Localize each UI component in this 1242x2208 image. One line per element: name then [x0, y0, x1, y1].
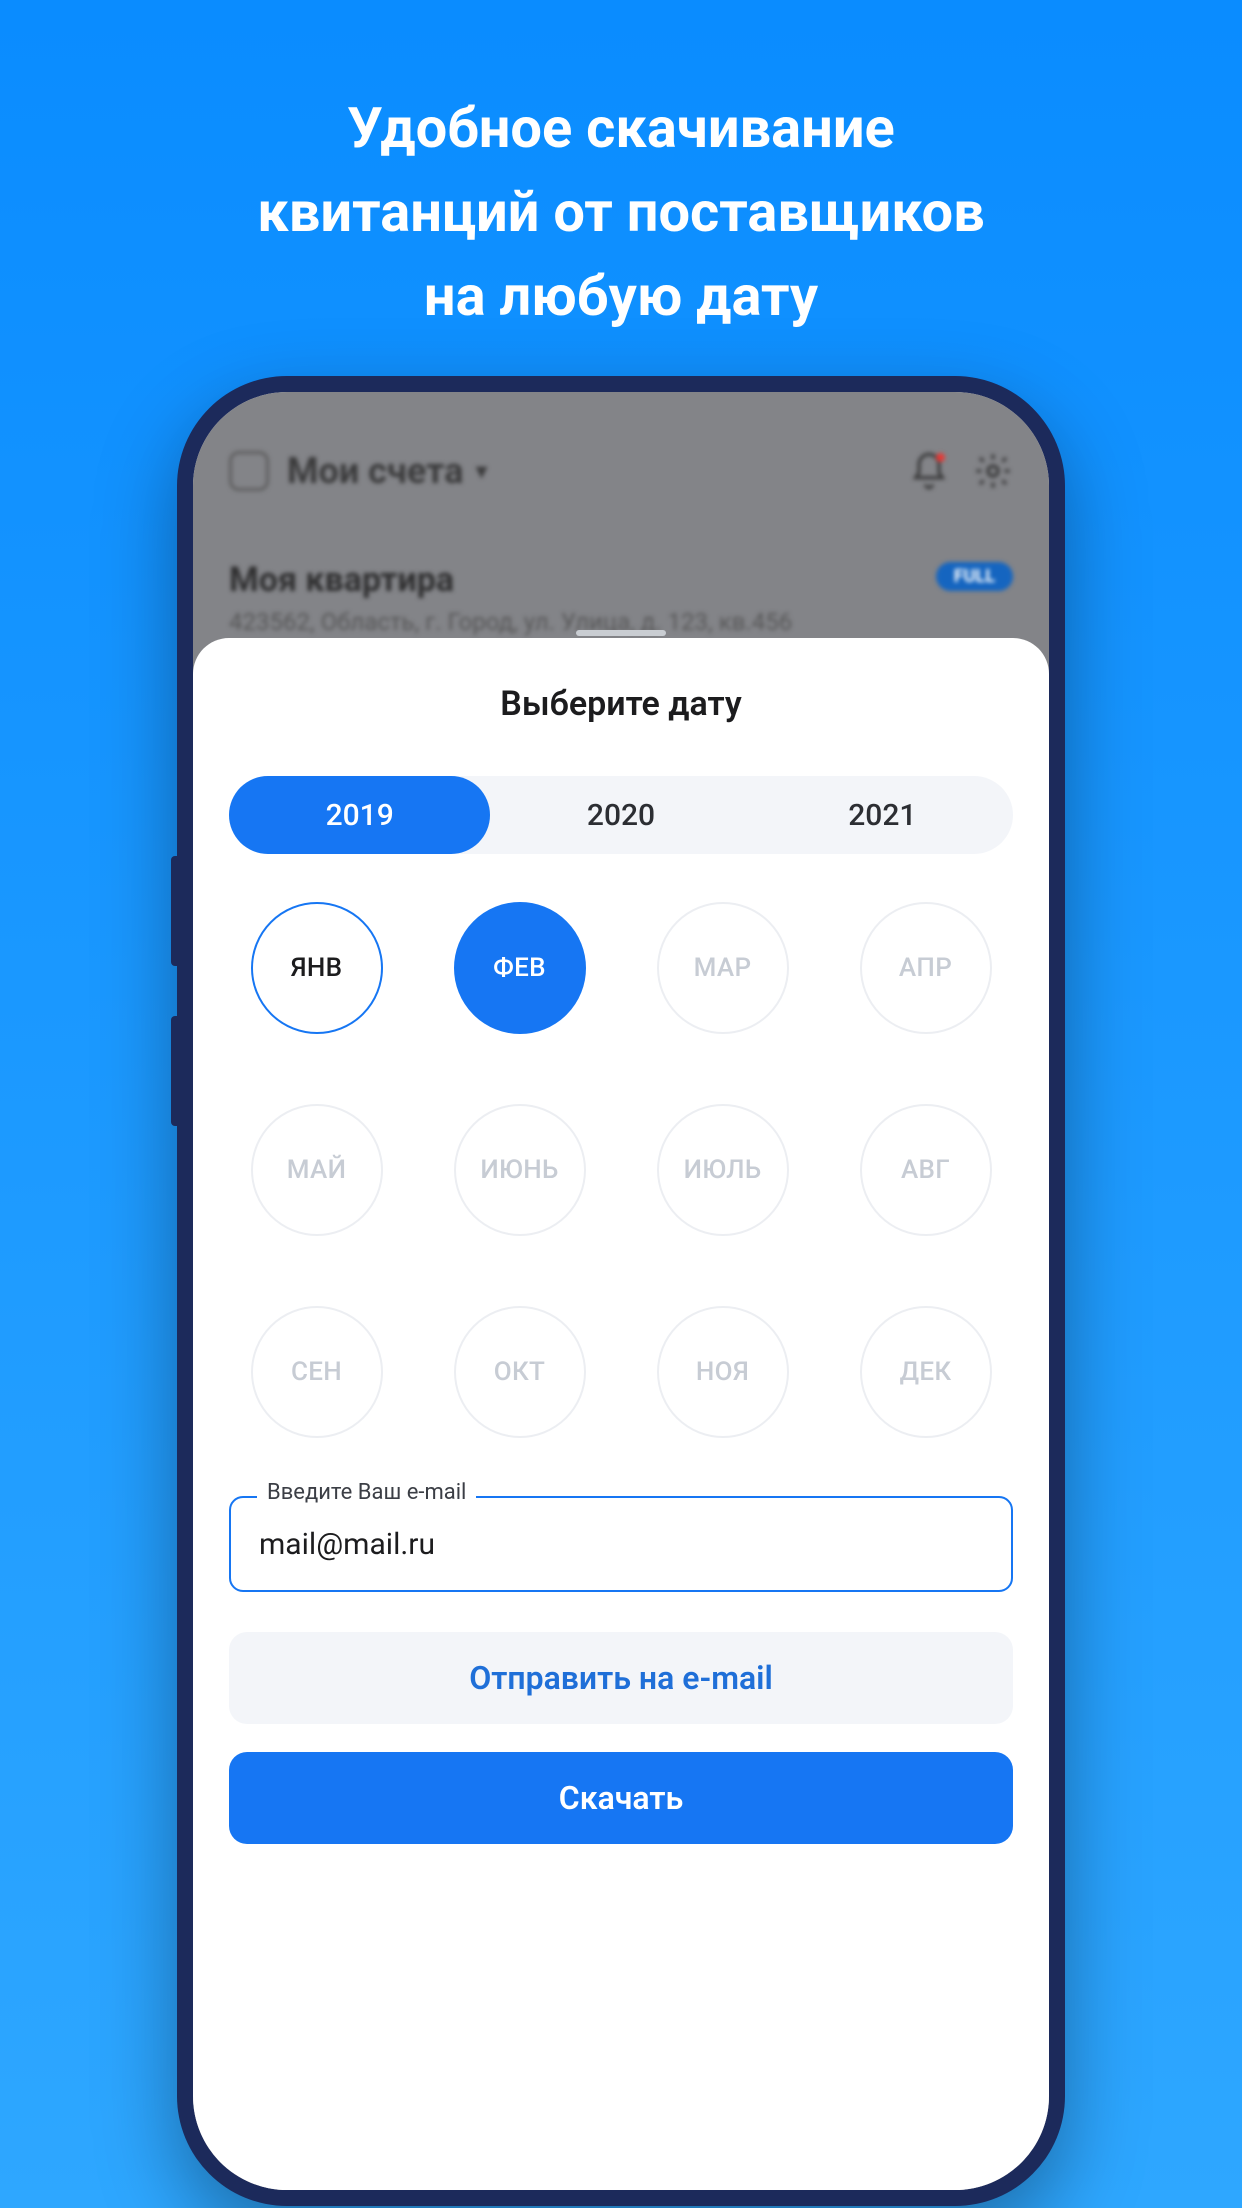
months-grid: ЯНВ ФЕВ МАР АПР МАЙ ИЮНЬ ИЮЛЬ АВГ СЕН ОК… — [229, 902, 1013, 1438]
bg-card-title: Моя квартира — [229, 560, 454, 600]
phone-screen: Мои счета ▾ Моя квартира FULL 423562, Об… — [193, 392, 1049, 2190]
promo-heading: Удобное скачивание квитанций от поставщи… — [0, 86, 1242, 338]
bg-header-left: Мои счета ▾ — [229, 450, 488, 492]
month-aug[interactable]: АВГ — [860, 1104, 992, 1236]
month-sep[interactable]: СЕН — [251, 1306, 383, 1438]
promo-heading-line: на любую дату — [60, 254, 1182, 338]
bg-header-right — [909, 451, 1013, 491]
month-feb[interactable]: ФЕВ — [454, 902, 586, 1034]
year-tab-2020[interactable]: 2020 — [490, 776, 751, 854]
bell-dot-icon — [936, 453, 945, 462]
phone-frame: Мои счета ▾ Моя квартира FULL 423562, Об… — [177, 376, 1065, 2206]
chevron-down-icon: ▾ — [475, 457, 487, 485]
date-picker-sheet: Выберите дату 2019 2020 2021 ЯНВ ФЕВ МАР… — [193, 638, 1049, 2190]
email-field-label: Введите Ваш e-mail — [257, 1480, 476, 1505]
accounts-dropdown-label: Мои счета — [287, 450, 463, 492]
promo-heading-line: Удобное скачивание — [60, 86, 1182, 170]
month-mar[interactable]: МАР — [657, 902, 789, 1034]
month-jun[interactable]: ИЮНЬ — [454, 1104, 586, 1236]
bell-icon — [909, 451, 949, 491]
sheet-handle[interactable] — [576, 630, 666, 636]
sheet-title: Выберите дату — [193, 684, 1049, 724]
month-may[interactable]: МАЙ — [251, 1104, 383, 1236]
bg-card-badge: FULL — [936, 562, 1013, 591]
month-oct[interactable]: ОКТ — [454, 1306, 586, 1438]
email-field-wrap: Введите Ваш e-mail — [229, 1496, 1013, 1592]
month-dec[interactable]: ДЕК — [860, 1306, 992, 1438]
year-tab-2021[interactable]: 2021 — [752, 776, 1013, 854]
bg-header: Мои счета ▾ — [229, 450, 1013, 492]
gear-icon — [973, 451, 1013, 491]
promo-heading-line: квитанций от поставщиков — [60, 170, 1182, 254]
month-jul[interactable]: ИЮЛЬ — [657, 1104, 789, 1236]
year-segment: 2019 2020 2021 — [229, 776, 1013, 854]
month-nov[interactable]: НОЯ — [657, 1306, 789, 1438]
accounts-grid-icon — [229, 451, 269, 491]
send-email-button[interactable]: Отправить на e-mail — [229, 1632, 1013, 1724]
month-apr[interactable]: АПР — [860, 902, 992, 1034]
month-jan[interactable]: ЯНВ — [251, 902, 383, 1034]
download-button[interactable]: Скачать — [229, 1752, 1013, 1844]
year-tab-2019[interactable]: 2019 — [229, 776, 490, 854]
email-input[interactable] — [229, 1496, 1013, 1592]
